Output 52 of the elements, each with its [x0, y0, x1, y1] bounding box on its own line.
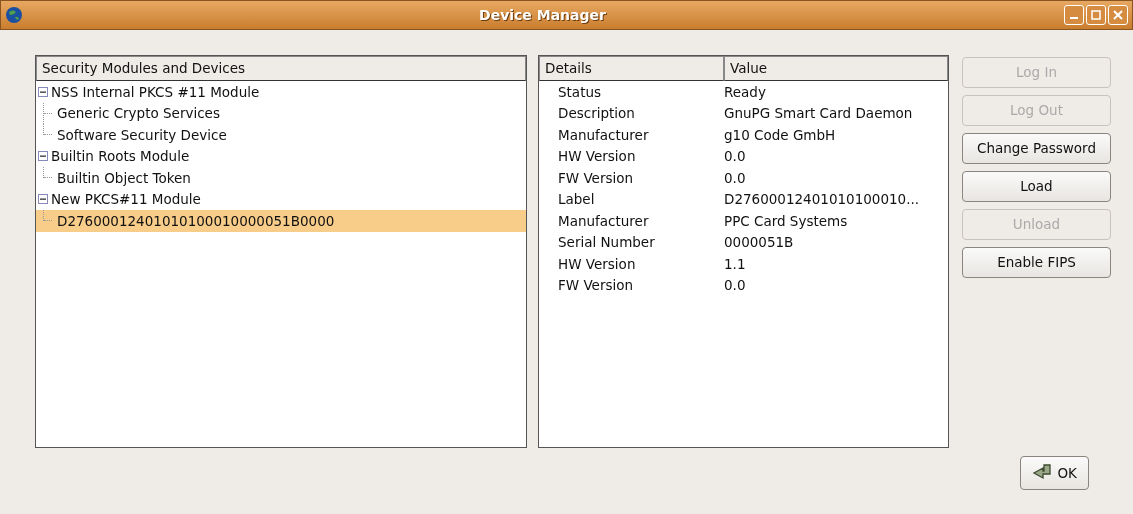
close-icon [1113, 10, 1123, 20]
detail-name: Status [557, 82, 603, 102]
action-button[interactable]: Enable FIPS [962, 247, 1111, 278]
maximize-icon [1091, 10, 1101, 20]
detail-name: FW Version [557, 168, 635, 188]
detail-value: D27600012401010100010... [724, 190, 920, 210]
expander-icon[interactable] [38, 151, 48, 162]
close-button[interactable] [1108, 5, 1128, 25]
tree-item-label: Generic Crypto Services [57, 104, 220, 124]
tree-item-label: Builtin Roots Module [51, 147, 190, 167]
tree-item-label: New PKCS#11 Module [51, 190, 201, 210]
detail-value: GnuPG Smart Card Daemon [724, 104, 913, 124]
detail-value: 0.0 [724, 168, 746, 188]
globe-icon [5, 6, 23, 24]
minimize-button[interactable] [1064, 5, 1084, 25]
tree-item-label: D27600012401010100010000051B0000 [57, 211, 335, 231]
detail-name: Serial Number [557, 233, 656, 253]
detail-value: 0000051B [724, 233, 794, 253]
detail-name: FW Version [557, 276, 635, 296]
action-button[interactable]: Change Password [962, 133, 1111, 164]
column-header[interactable]: Value [724, 56, 948, 81]
detail-name: HW Version [557, 147, 637, 167]
column-header[interactable]: Security Modules and Devices [36, 56, 526, 81]
maximize-button[interactable] [1086, 5, 1106, 25]
detail-value: 1.1 [724, 254, 746, 274]
tree-item-label: Software Security Device [57, 125, 227, 145]
minimize-icon [1070, 17, 1078, 19]
detail-value: Ready [724, 82, 766, 102]
tree-item-label: Builtin Object Token [57, 168, 191, 188]
column-header[interactable]: Details [539, 56, 724, 81]
detail-name: Label [557, 190, 596, 210]
detail-value: g10 Code GmbH [724, 125, 836, 145]
ok-button[interactable]: OK [1020, 456, 1089, 490]
tree-item[interactable]: Generic Crypto Services [36, 102, 526, 124]
tree-item[interactable]: Builtin Object Token [36, 167, 526, 189]
detail-name: Manufacturer [557, 211, 650, 231]
detail-name: Manufacturer [557, 125, 650, 145]
window-title: Device Manager [478, 5, 607, 25]
detail-value: 0.0 [724, 147, 746, 167]
tree-item[interactable]: NSS Internal PKCS #11 Module [36, 81, 526, 103]
detail-name: HW Version [557, 254, 637, 274]
detail-value: 0.0 [724, 276, 746, 296]
tree-item[interactable]: Builtin Roots Module [36, 145, 526, 167]
expander-icon[interactable] [38, 194, 48, 205]
action-button[interactable]: Load [962, 171, 1111, 202]
expander-icon[interactable] [38, 86, 48, 97]
tree-item[interactable]: Software Security Device [36, 124, 526, 146]
tree-item[interactable]: New PKCS#11 Module [36, 188, 526, 210]
tree-item[interactable]: D27600012401010100010000051B0000 [36, 210, 526, 232]
detail-value: PPC Card Systems [724, 211, 848, 231]
tree-item-label: NSS Internal PKCS #11 Module [51, 82, 260, 102]
detail-name: Description [557, 104, 636, 124]
